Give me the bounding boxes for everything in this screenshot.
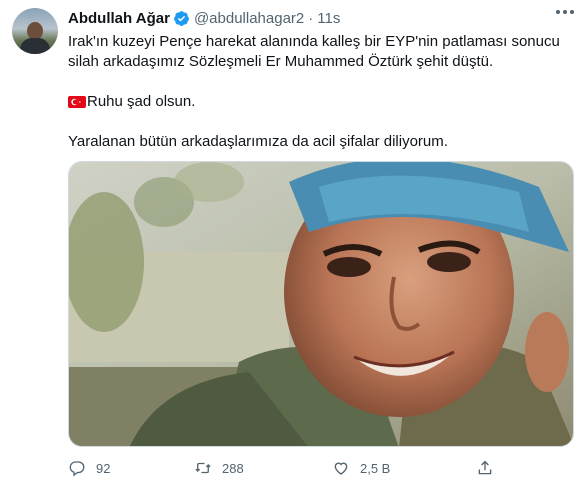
reply-count: 92 <box>96 460 111 476</box>
verified-badge-icon <box>174 10 189 26</box>
like-count: 2,5 B <box>360 460 391 476</box>
author-name[interactable]: Abdullah Ağar <box>68 10 170 27</box>
reply-icon <box>69 461 85 477</box>
tweet-line-4: Yaralanan bütün arkadaşlarımıza da acil … <box>68 133 448 150</box>
reply-button[interactable]: 92 <box>68 459 110 477</box>
avatar-body <box>20 38 50 54</box>
tweet-paragraph-1: Irak'ın kuzeyi Pençe harekat alanında ka… <box>68 32 560 72</box>
share-icon <box>478 460 492 475</box>
retweet-count: 288 <box>222 460 244 476</box>
heart-icon <box>334 462 348 475</box>
tweet-timestamp[interactable]: 11s <box>317 10 340 27</box>
tweet-line-3: Ruhu şad olsun. <box>87 93 196 110</box>
tweet-photo[interactable] <box>68 161 574 447</box>
author-handle[interactable]: @abdullahagar2 <box>194 10 304 27</box>
tweet-line-2: silah arkadaşımız Sözleşmeli Er Muhammed… <box>68 53 494 70</box>
header-separator: · <box>308 9 314 27</box>
tweet-paragraph-2: Ruhu şad olsun. <box>68 92 195 112</box>
author-avatar[interactable] <box>12 8 58 54</box>
soldier-photo <box>69 162 573 446</box>
more-options-icon[interactable] <box>556 10 574 14</box>
like-button[interactable]: 2,5 B <box>332 459 390 477</box>
share-button[interactable] <box>476 459 504 477</box>
retweet-icon <box>195 462 211 474</box>
tweet-actions: 92 288 2,5 B <box>68 458 508 478</box>
retweet-button[interactable]: 288 <box>194 459 244 477</box>
tweet-header: Abdullah Ağar @abdullahagar2 · 11s <box>68 8 340 28</box>
tweet-line-1: Irak'ın kuzeyi Pençe harekat alanında ka… <box>68 33 560 50</box>
turkey-flag-icon <box>68 96 86 108</box>
